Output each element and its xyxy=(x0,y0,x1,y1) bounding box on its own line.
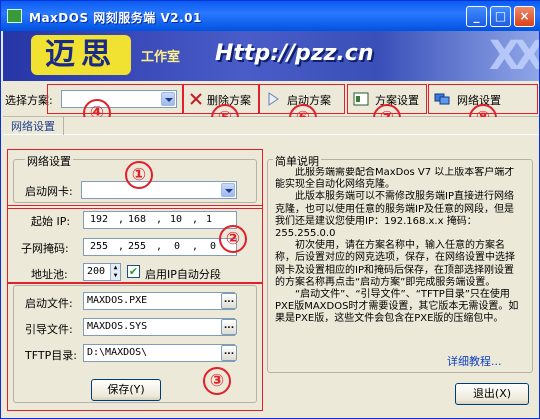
app-icon xyxy=(7,9,22,23)
window-title: MaxDOS 网刻服务端 V2.01 xyxy=(29,11,202,25)
left-panel: 网络设置 启动网卡: 起始 IP: 192 , 168 , 10 , 1 子网掩… xyxy=(7,139,263,411)
annotation-2: ② xyxy=(219,225,247,253)
annotation-box-4 xyxy=(47,84,183,114)
description-text: 此服务端需要配合MaxDos V7 以上版本客户端才能实现全自动化网络克隆。 此… xyxy=(275,167,519,325)
tab-network-settings[interactable]: 网络设置 xyxy=(3,117,64,135)
maximize-button[interactable]: □ xyxy=(490,6,511,27)
annotation-3: ③ xyxy=(203,367,231,395)
brand-logo: 迈思 xyxy=(31,35,131,75)
brand-url: Http://pzz.cn xyxy=(215,41,374,66)
title-bar[interactable]: MaxDOS 网刻服务端 V2.01 _ □ × xyxy=(1,1,540,31)
banner-decoration: XXX xyxy=(489,33,539,79)
tab-strip: 网络设置 xyxy=(3,117,539,135)
minimize-button[interactable]: _ xyxy=(466,6,487,27)
brand-studio: 工作室 xyxy=(141,50,181,65)
tutorial-link[interactable]: 详细教程... xyxy=(447,353,502,369)
brand-banner: 迈思 工作室 Http://pzz.cn XXX xyxy=(3,31,539,81)
main-window: MaxDOS 网刻服务端 V2.01 _ □ × 迈思 工作室 Http://p… xyxy=(0,0,540,419)
exit-button[interactable]: 退出(X) xyxy=(455,383,529,405)
close-button[interactable]: × xyxy=(514,6,535,27)
annotation-1: ① xyxy=(125,161,153,189)
scheme-label: 选择方案: xyxy=(5,94,53,107)
description-panel: 简单说明 此服务端需要配合MaxDos V7 以上版本客户端才能实现全自动化网络… xyxy=(267,151,535,373)
